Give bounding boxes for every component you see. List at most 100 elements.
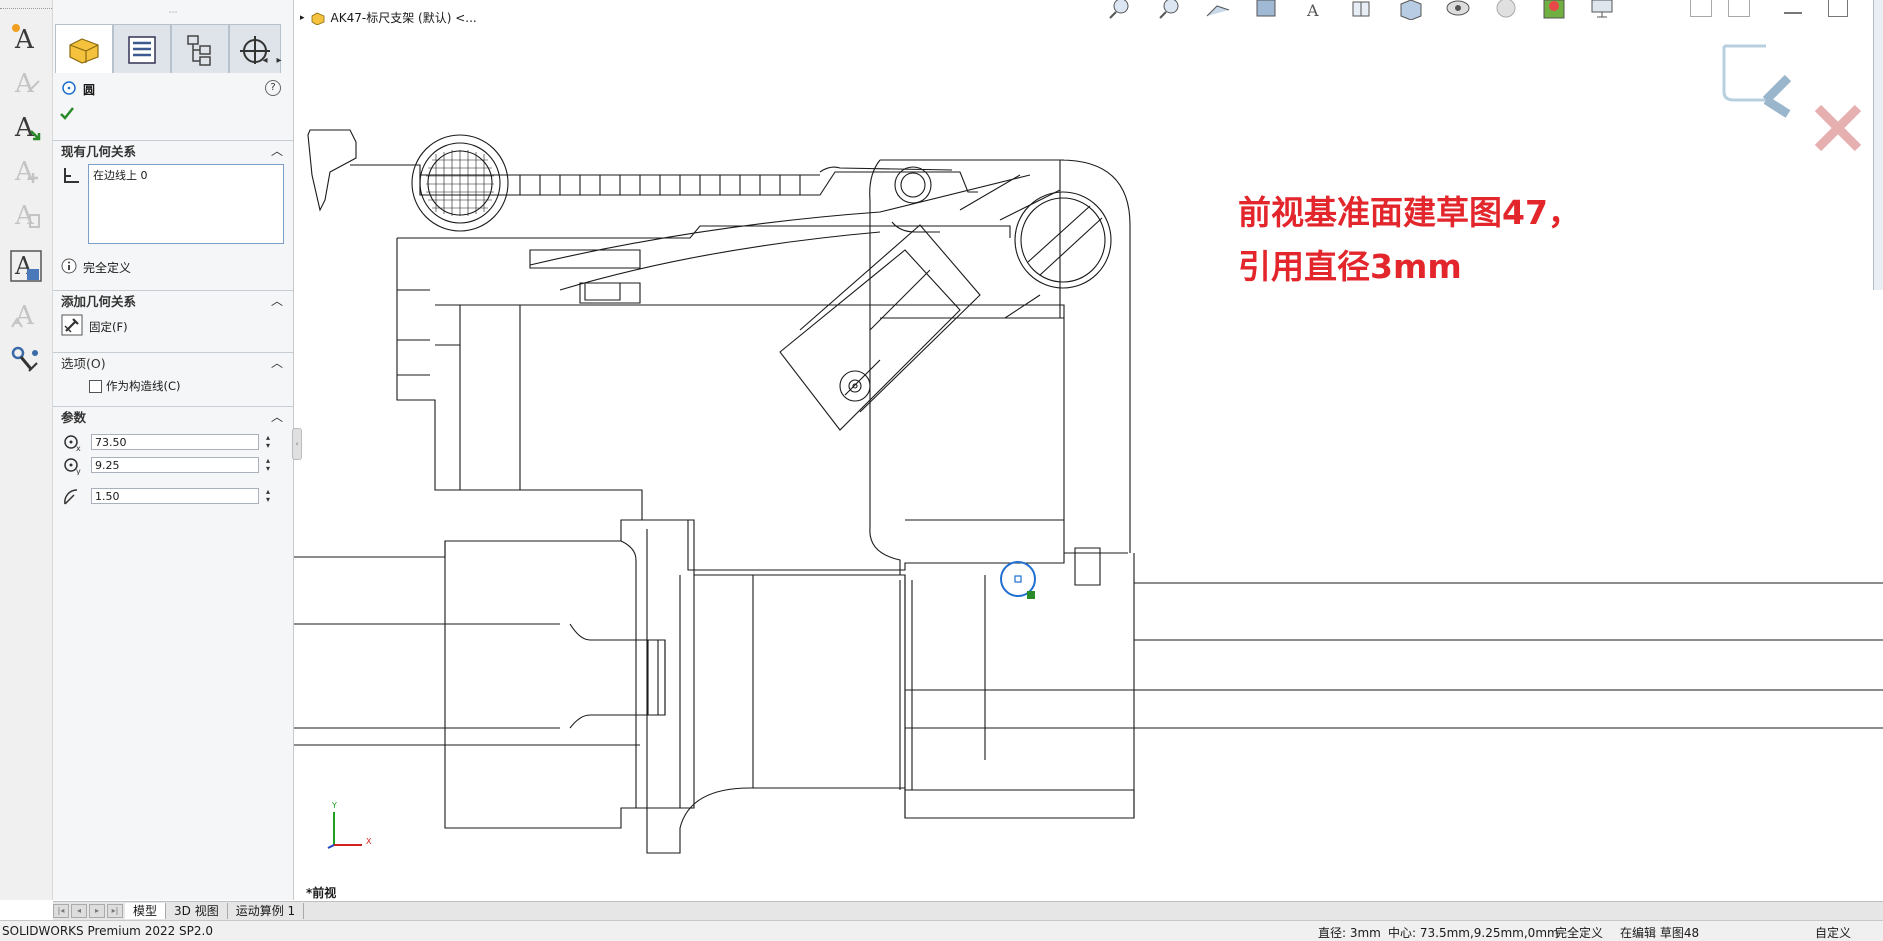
sketch-drawing[interactable]: Y X — [294, 0, 1883, 900]
info-icon — [61, 258, 77, 277]
svg-text:A: A — [14, 69, 35, 99]
restore-window-icon[interactable] — [1828, 0, 1848, 17]
svg-text:Y: Y — [331, 801, 337, 810]
next-tab-icon[interactable]: ▸ — [89, 904, 105, 918]
parameters-header[interactable]: 参数 ︿ — [53, 406, 293, 426]
previous-view-icon[interactable] — [1200, 0, 1236, 22]
svg-text:A: A — [1306, 1, 1319, 20]
center-x-spinner[interactable]: ▴ ▾ — [261, 434, 275, 450]
fix-relation-button[interactable]: 固定(F) — [61, 314, 128, 339]
center-x-input[interactable]: 73.50 — [91, 434, 259, 450]
document-name[interactable]: AK47-标尺支架 (默认) <... — [331, 9, 477, 26]
linear-note-pattern-icon[interactable]: A — [6, 106, 46, 146]
radius-icon — [64, 489, 78, 505]
feature-title: 圆 — [83, 83, 96, 97]
construction-checkbox[interactable] — [89, 379, 102, 393]
status-diameter: 直径: 3mm — [1318, 926, 1381, 940]
tab-3d-view[interactable]: 3D 视图 — [166, 903, 228, 919]
tab-scroll-right[interactable]: ▸ — [273, 54, 285, 68]
dynamic-annotation-icon[interactable]: A — [1296, 0, 1332, 22]
tab-configuration-manager[interactable] — [171, 24, 229, 73]
tab-model[interactable]: 模型 — [125, 903, 167, 919]
zoom-to-fit-icon[interactable] — [1104, 0, 1140, 22]
options-header[interactable]: 选项(O) ︿ — [53, 352, 293, 372]
tab-property-manager[interactable] — [113, 24, 171, 73]
last-tab-icon[interactable]: ▸| — [107, 904, 123, 918]
balloon-icon-disabled[interactable]: A — [6, 150, 46, 190]
previous-tab-icon[interactable]: ◂ — [71, 904, 87, 918]
existing-relations-title: 现有几何关系 — [61, 144, 137, 159]
heads-up-view-toolbar: A — [1104, 0, 1620, 24]
breadcrumb-expand-icon[interactable]: ▸ — [300, 13, 305, 23]
first-tab-icon[interactable]: |◂ — [53, 904, 69, 918]
zoom-to-area-icon[interactable] — [1152, 0, 1188, 22]
center-y-input[interactable]: 9.25 — [91, 457, 259, 473]
part-icon — [311, 12, 324, 25]
command-strip: A A A A A A A — [0, 0, 53, 900]
center-x-icon: x — [64, 435, 81, 452]
relation-list-item[interactable]: 在边线上 0 — [93, 167, 279, 183]
minimize-window-icon[interactable] — [1784, 12, 1802, 14]
existing-relations-list[interactable]: 在边线上 0 — [88, 164, 284, 244]
part-icon — [69, 38, 99, 64]
section-view-icon[interactable] — [1248, 0, 1284, 22]
relation-type-icon — [61, 166, 81, 189]
edit-appearance-icon[interactable] — [1488, 0, 1524, 22]
hide-show-items-icon[interactable] — [1440, 0, 1476, 22]
center-y-row: y 9.25 ▴ ▾ — [61, 455, 283, 475]
smart-dimension-icon[interactable]: A — [6, 18, 46, 58]
svg-text:X: X — [366, 837, 372, 846]
view-orientation-icon[interactable] — [1344, 0, 1380, 22]
task-pane-tabs[interactable] — [1873, 0, 1883, 290]
status-definition: 完全定义 — [1555, 926, 1604, 940]
auto-balloon-icon-disabled[interactable]: A — [6, 194, 46, 234]
center-y-icon: y — [64, 458, 81, 475]
note-icon-disabled[interactable]: A — [6, 62, 46, 102]
status-editing: 在编辑 草图48 — [1620, 926, 1700, 940]
annotation-text: 前视基准面建草图47， 引用直径3mm — [1238, 186, 1581, 294]
property-manager: ⋯ ◂ ▸ 圆 ? 现有几何关系 ︿ 在边线上 0 完全定义 添加几何关系 ︿ — [53, 0, 294, 900]
add-relations-header[interactable]: 添加几何关系 ︿ — [53, 290, 293, 310]
status-bar: SOLIDWORKS Premium 2022 SP2.0 直径: 3mm 中心… — [0, 920, 1883, 941]
definition-status-text: 完全定义 — [83, 261, 132, 275]
tab-feature-manager[interactable] — [55, 24, 113, 73]
panel-collapse-right-button[interactable] — [1728, 0, 1750, 17]
radius-row: 1.50 ▴ ▾ — [61, 486, 283, 506]
panel-grip[interactable]: ⋯ — [53, 8, 293, 18]
panel-collapse-left-button[interactable] — [1690, 0, 1712, 17]
center-y-spinner[interactable]: ▴ ▾ — [261, 457, 275, 473]
status-units[interactable]: 自定义 — [1815, 924, 1851, 941]
collapse-chevron-icon[interactable]: ︿ — [271, 354, 283, 371]
display-style-icon[interactable] — [1392, 0, 1428, 22]
svg-text:y: y — [76, 467, 81, 475]
annotation-line-2: 引用直径3mm — [1238, 247, 1462, 286]
product-version: SOLIDWORKS Premium 2022 SP2.0 — [2, 924, 213, 938]
ok-checkmark-icon[interactable] — [59, 106, 75, 125]
property-list-icon — [128, 36, 156, 64]
annotation-line-1: 前视基准面建草图47， — [1238, 193, 1581, 232]
configuration-icon — [187, 35, 211, 66]
center-x-row: x 73.50 ▴ ▾ — [61, 432, 283, 452]
feature-title-row: 圆 — [61, 80, 95, 99]
parameters-title: 参数 — [61, 410, 87, 425]
radius-spinner[interactable]: ▴ ▾ — [261, 488, 275, 504]
tab-scroll-left[interactable]: ◂ — [259, 54, 271, 68]
existing-relations-header[interactable]: 现有几何关系 ︿ — [53, 140, 293, 160]
radius-input[interactable]: 1.50 — [91, 488, 259, 504]
save-annotation-icon[interactable]: A — [6, 246, 46, 286]
collapse-chevron-icon[interactable]: ︿ — [271, 292, 283, 309]
surface-finish-icon-disabled[interactable]: A — [6, 294, 46, 334]
toolbar-grip[interactable] — [0, 0, 52, 9]
construction-option-row[interactable]: 作为构造线(C) — [89, 378, 181, 394]
help-icon[interactable]: ? — [265, 80, 281, 96]
graphics-area[interactable]: Y X A — [294, 0, 1883, 900]
tab-motion-study[interactable]: 运动算例 1 — [228, 903, 305, 919]
collapse-chevron-icon[interactable]: ︿ — [271, 408, 283, 425]
view-settings-icon[interactable] — [1584, 0, 1620, 22]
svg-text:A: A — [14, 301, 35, 331]
breadcrumb[interactable]: ▸ AK47-标尺支架 (默认) <... — [300, 9, 477, 26]
relations-icon[interactable] — [6, 340, 46, 380]
circle-icon — [61, 80, 77, 99]
apply-scene-icon[interactable] — [1536, 0, 1572, 22]
collapse-chevron-icon[interactable]: ︿ — [271, 142, 283, 159]
